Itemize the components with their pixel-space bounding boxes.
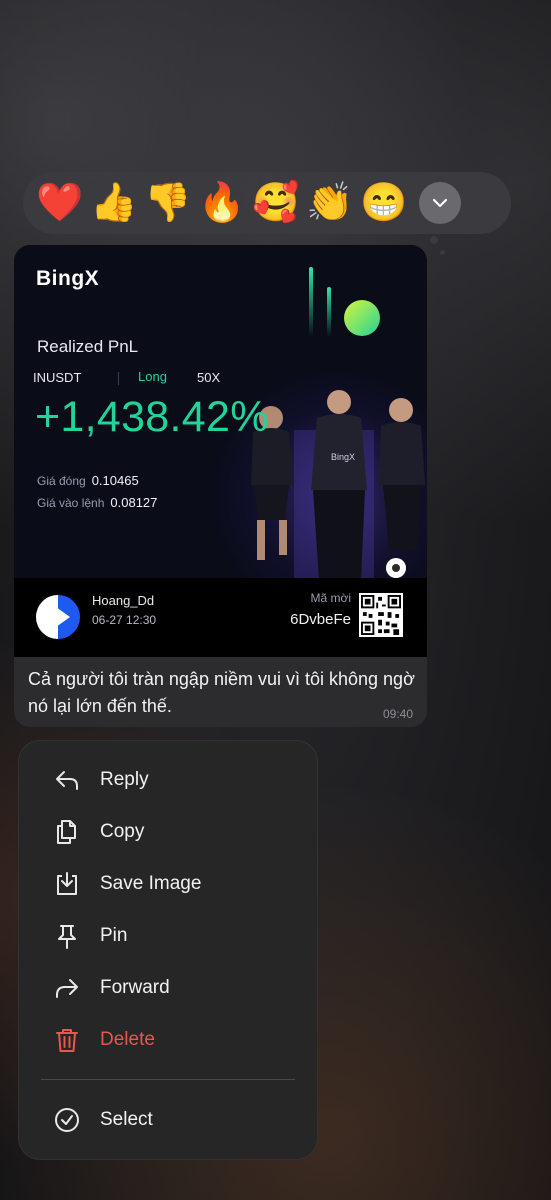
menu-item-label: Save Image — [100, 873, 202, 894]
copy-icon — [53, 818, 81, 846]
pnl-percent: +1,438.42% — [35, 393, 269, 441]
message-bubble[interactable]: BingX Realized PnL INUSDT Long 50X +1,43… — [14, 245, 427, 727]
close-price-label: Giá đóng — [37, 474, 86, 488]
decor-bars-icon — [309, 267, 380, 337]
position-side: Long — [138, 369, 167, 384]
reaction-grin[interactable]: 😁 — [357, 176, 411, 230]
close-price-value: 0.10465 — [91, 473, 139, 488]
reaction-fire[interactable]: 🔥 — [195, 176, 249, 230]
referral-label: Mã mời — [310, 591, 351, 605]
menu-item-label: Reply — [100, 769, 149, 790]
check-circle-icon — [53, 1106, 81, 1134]
reaction-smiling-hearts[interactable]: 🥰 — [249, 176, 303, 230]
reaction-bar: ❤️ 👍 👎 🔥 🥰 👏 😁 — [23, 172, 511, 234]
menu-item-label: Forward — [100, 977, 170, 998]
pnl-share-card-image[interactable]: BingX Realized PnL INUSDT Long 50X +1,43… — [14, 245, 427, 578]
reaction-thumbs-down[interactable]: 👎 — [141, 176, 195, 230]
reaction-clap[interactable]: 👏 — [303, 176, 357, 230]
referral-code: 6DvbeFe — [290, 611, 351, 628]
trash-icon — [53, 1026, 81, 1054]
bubble-tail-dot — [430, 236, 438, 244]
menu-item-forward[interactable]: Forward — [19, 962, 317, 1014]
card-footer: Hoang_Dd 06-27 12:30 Mã mời 6DvbeFe — [14, 578, 427, 657]
menu-divider — [41, 1079, 295, 1080]
save-image-icon — [53, 870, 81, 898]
more-reactions-button[interactable] — [419, 182, 461, 224]
divider — [118, 372, 119, 385]
pin-icon — [53, 922, 81, 950]
avatar — [36, 595, 80, 639]
bubble-tail-dot — [440, 250, 445, 255]
entry-price-row: Giá vào lệnh 0.08127 — [37, 495, 157, 510]
menu-item-pin[interactable]: Pin — [19, 910, 317, 962]
reaction-heart[interactable]: ❤️ — [33, 176, 87, 230]
entry-price-label: Giá vào lệnh — [37, 496, 105, 510]
reaction-thumbs-up[interactable]: 👍 — [87, 176, 141, 230]
reply-icon — [53, 766, 81, 794]
menu-item-label: Pin — [100, 925, 128, 946]
context-menu: Reply Copy Save Image Pin Forward Delete — [18, 740, 318, 1160]
menu-item-label: Delete — [100, 1029, 155, 1050]
menu-item-label: Copy — [100, 821, 145, 842]
trading-pair: INUSDT — [33, 370, 82, 385]
card-title: Realized PnL — [37, 337, 139, 356]
username: Hoang_Dd — [92, 593, 155, 608]
leverage: 50X — [197, 370, 221, 385]
close-price-row: Giá đóng 0.10465 — [37, 473, 139, 488]
menu-item-label: Select — [100, 1109, 153, 1130]
menu-item-reply[interactable]: Reply — [19, 754, 317, 806]
menu-item-select[interactable]: Select — [19, 1094, 317, 1146]
message-time: 09:40 — [382, 707, 413, 721]
menu-item-copy[interactable]: Copy — [19, 806, 317, 858]
message-text: Cả người tôi tràn ngập niềm vui vì tôi k… — [28, 669, 415, 716]
svg-text:BingX: BingX — [331, 452, 355, 462]
card-datetime: 06-27 12:30 — [92, 613, 157, 627]
brand-logo: BingX — [36, 267, 100, 290]
forward-icon — [53, 974, 81, 1002]
entry-price-value: 0.08127 — [110, 495, 158, 510]
qr-code-icon — [359, 593, 403, 637]
menu-item-save-image[interactable]: Save Image — [19, 858, 317, 910]
chevron-down-icon — [432, 198, 448, 208]
menu-item-delete[interactable]: Delete — [19, 1014, 317, 1066]
